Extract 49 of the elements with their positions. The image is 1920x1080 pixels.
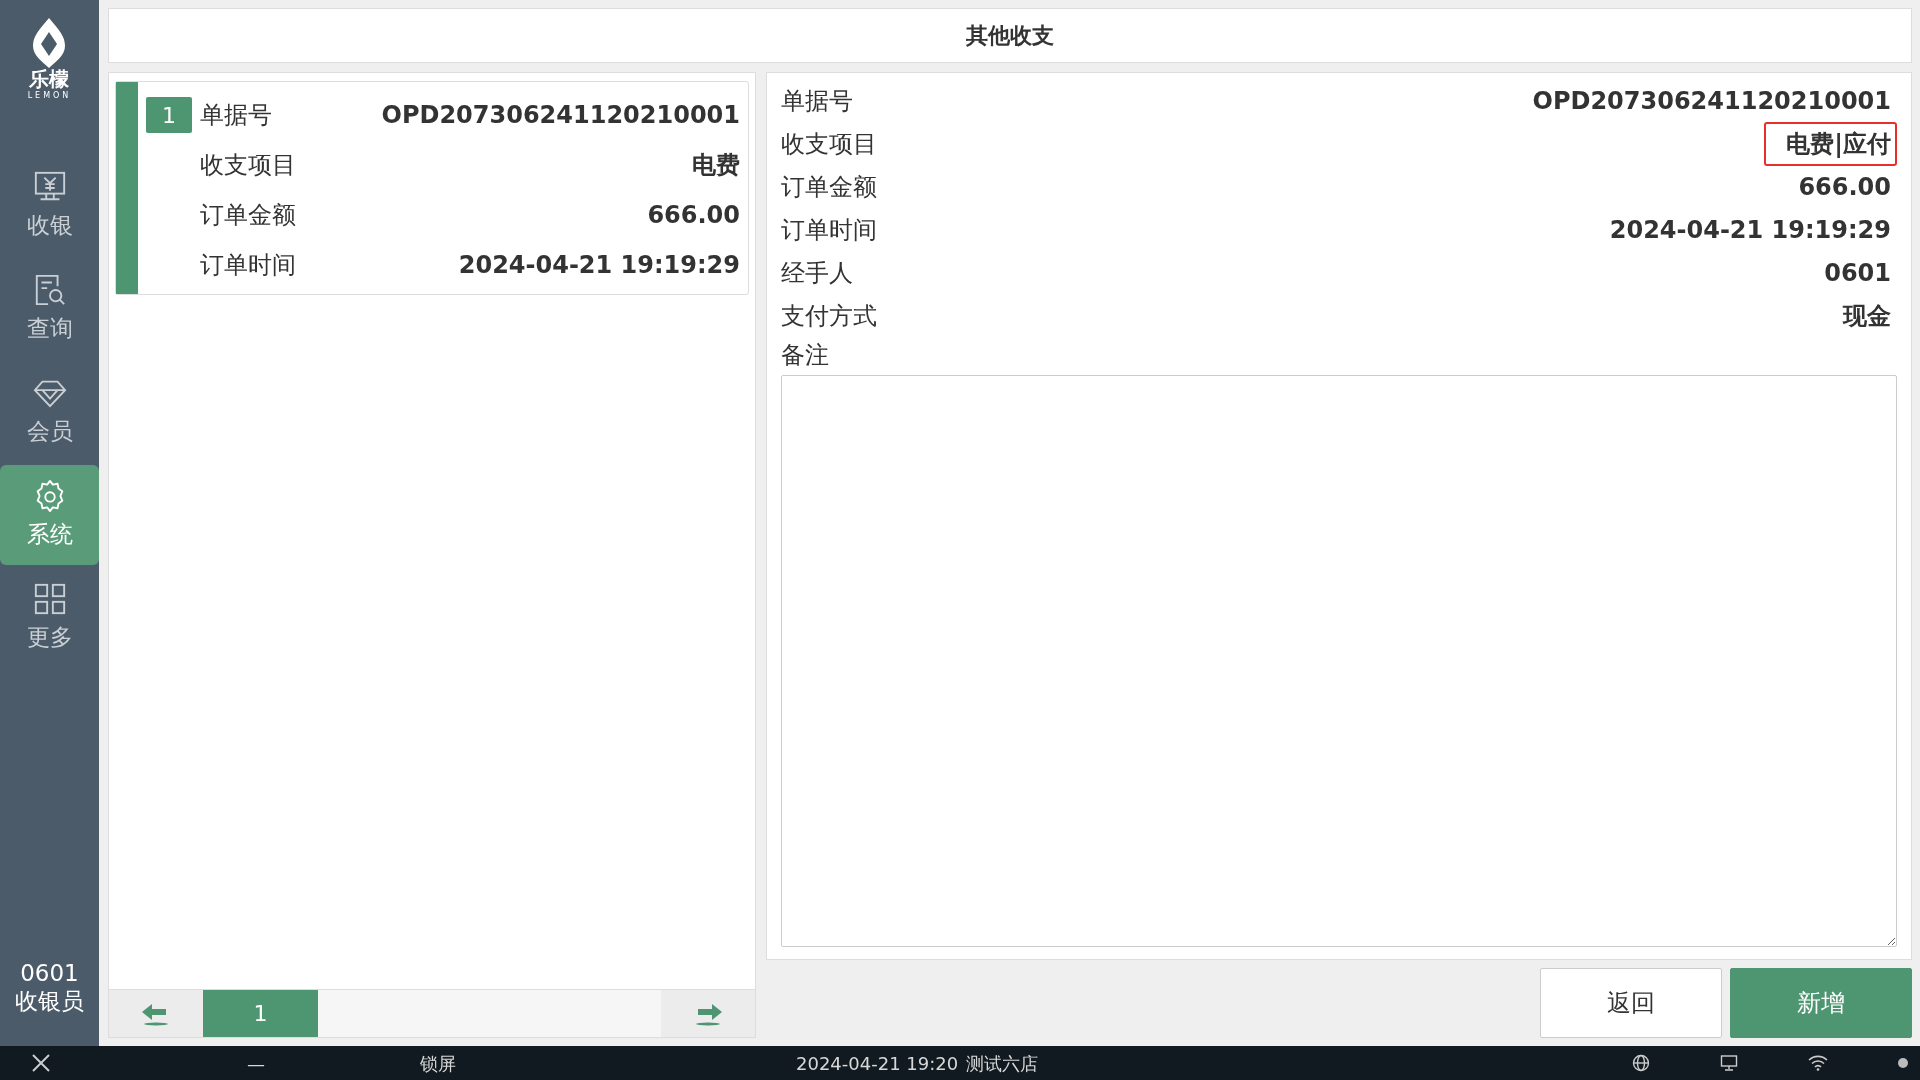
user-role: 收银员 — [15, 987, 84, 1016]
date-time: 2024-04-21 19:20 — [796, 1051, 959, 1076]
sidebar-item[interactable]: 查询 — [0, 259, 99, 359]
field-label: 收支项目 — [781, 128, 877, 160]
field-label: 订单金额 — [200, 200, 296, 231]
field-value: OPD207306241120210001 — [1531, 85, 1892, 117]
field-value: 现金 — [1841, 300, 1892, 332]
field-label: 支付方式 — [781, 300, 877, 332]
record-card[interactable]: 1 单据号 OPD207306241120210001 收支项目 电费 订单金额 666.00 订单时间 2024-04-21 19:19:29 — [115, 81, 749, 295]
field-label: 收支项目 — [200, 150, 296, 181]
field-value: 0601 — [1823, 257, 1892, 289]
field-label: 经手人 — [781, 257, 853, 289]
field-value: OPD207306241120210001 — [381, 100, 740, 131]
field-value: 666.00 — [647, 200, 740, 231]
logo-subtitle: LEMON — [27, 90, 72, 102]
field-label: 订单时间 — [200, 250, 296, 281]
page-title: 其他收支 — [108, 8, 1912, 63]
close-icon[interactable] — [32, 1054, 50, 1072]
lock-screen-button[interactable]: 锁屏 — [420, 1049, 456, 1077]
store-name: 测试六店 — [966, 1051, 1039, 1076]
field-label: 单据号 — [200, 100, 272, 131]
action-button[interactable]: 新增 — [1730, 968, 1912, 1038]
status-dot-icon — [1898, 1058, 1908, 1068]
next-page-button[interactable] — [661, 990, 755, 1037]
field-value: 电费 — [692, 150, 740, 181]
page-number[interactable]: 1 — [203, 990, 318, 1037]
previous-page-button[interactable] — [109, 990, 203, 1037]
action-button[interactable]: 返回 — [1540, 968, 1722, 1038]
minimize-button[interactable]: — — [247, 1049, 265, 1077]
grid-icon — [32, 581, 67, 616]
wifi-icon[interactable] — [1808, 1055, 1828, 1071]
remark-field[interactable] — [781, 375, 1897, 947]
monitor-icon[interactable] — [1720, 1054, 1738, 1072]
sidebar-item[interactable]: 收银 — [0, 156, 99, 256]
field-label: 订单金额 — [781, 171, 877, 203]
sidebar-item[interactable]: 会员 — [0, 362, 99, 462]
field-label: 单据号 — [781, 85, 853, 117]
remark-label: 备注 — [781, 340, 830, 371]
sidebar-item[interactable]: 更多 — [0, 568, 99, 668]
sidebar-item[interactable]: 系统 — [0, 465, 99, 565]
globe-icon[interactable] — [1632, 1054, 1650, 1072]
logo-text: 乐檬 — [29, 68, 70, 90]
field-value: 电费|应付 — [1764, 121, 1897, 166]
field-value: 2024-04-21 19:19:29 — [1608, 214, 1892, 246]
field-label: 订单时间 — [781, 214, 877, 246]
field-value: 2024-04-21 19:19:29 — [458, 250, 740, 281]
record-index: 1 — [146, 97, 192, 133]
field-value: 666.00 — [1797, 171, 1892, 203]
user-id: 0601 — [19, 958, 80, 988]
